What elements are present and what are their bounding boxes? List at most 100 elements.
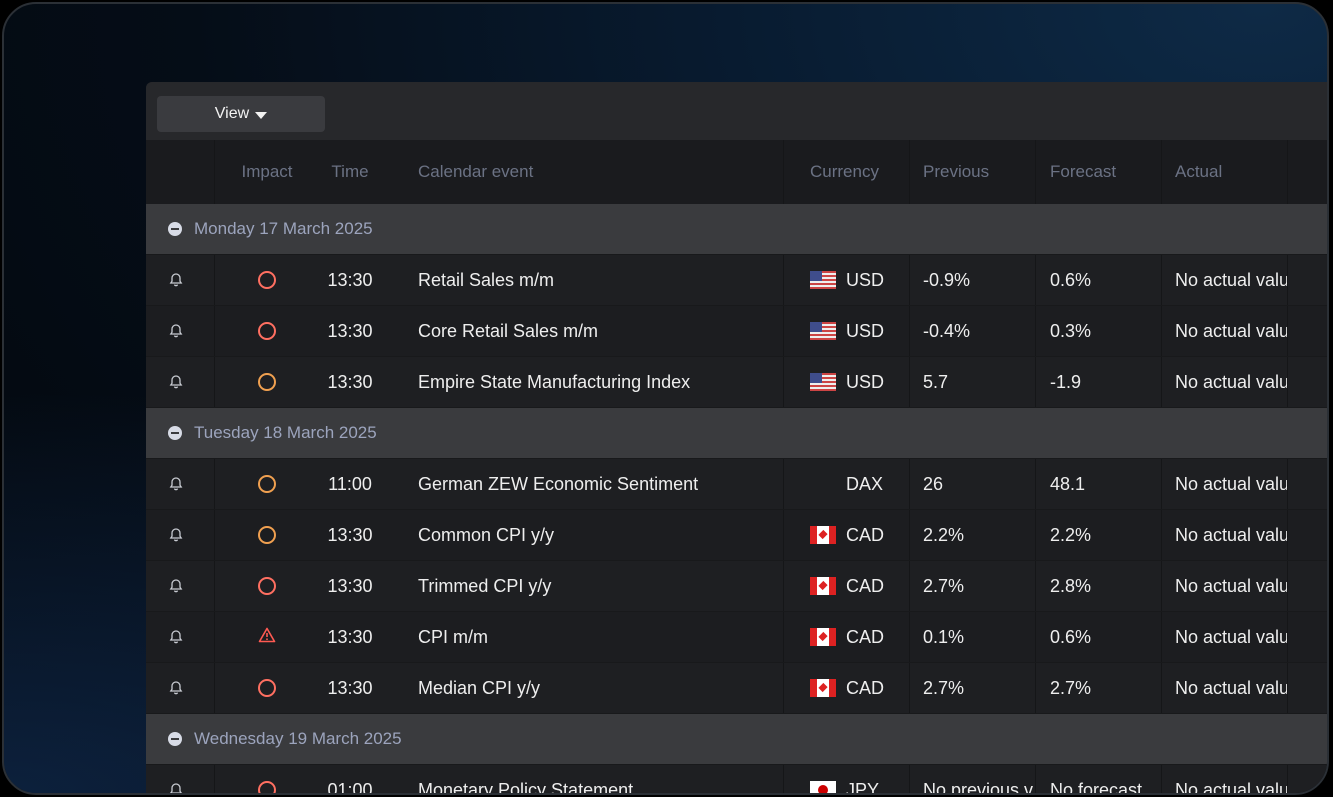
- collapse-minus-icon[interactable]: [168, 426, 182, 440]
- column-divider: [214, 255, 215, 305]
- impact-indicator: [234, 765, 300, 793]
- forecast-value: 2.8%: [1050, 575, 1092, 596]
- column-divider: [783, 561, 784, 611]
- impact-circle-icon: [258, 373, 276, 391]
- day-group-header[interactable]: Wednesday 19 March 2025: [146, 714, 1327, 765]
- event-name[interactable]: Empire State Manufacturing Index: [418, 357, 778, 407]
- column-divider: [1035, 255, 1036, 305]
- column-header-forecast[interactable]: Forecast: [1050, 140, 1170, 204]
- warning-triangle-icon: [258, 627, 276, 648]
- impact-indicator: [234, 459, 300, 509]
- us-flag-icon: [810, 322, 836, 340]
- actual-value: No actual valu: [1175, 677, 1289, 698]
- event-currency: USD: [810, 306, 910, 356]
- ca-flag-icon: [810, 577, 836, 595]
- column-divider: [1161, 140, 1162, 204]
- column-divider: [783, 140, 784, 204]
- impact-indicator: [234, 255, 300, 305]
- view-button-label: View: [214, 105, 250, 122]
- table-row[interactable]: 13:30 Median CPI y/y CAD 2.7% 2.7% No actual …: [146, 663, 1327, 714]
- event-name[interactable]: Core Retail Sales m/m: [418, 306, 778, 356]
- event-time: 13:30: [327, 524, 373, 545]
- column-header-impact[interactable]: Impact: [234, 140, 300, 204]
- event-time: 13:30: [327, 269, 373, 290]
- column-divider: [1287, 140, 1288, 204]
- previous-value: No previous v: [923, 779, 1034, 795]
- toolbar: View: [146, 82, 1327, 140]
- column-divider: [1035, 459, 1036, 509]
- bell-alert-icon[interactable]: [168, 255, 208, 305]
- event-name[interactable]: CPI m/m: [418, 612, 778, 662]
- forecast-value: 0.3%: [1050, 320, 1092, 341]
- event-currency: CAD: [810, 663, 910, 713]
- column-divider: [214, 357, 215, 407]
- column-header-currency[interactable]: Currency: [810, 140, 910, 204]
- event-name[interactable]: German ZEW Economic Sentiment: [418, 459, 778, 509]
- column-divider: [783, 357, 784, 407]
- column-divider: [1161, 663, 1162, 713]
- event-currency: USD: [810, 357, 910, 407]
- column-divider: [1287, 765, 1288, 793]
- impact-indicator: [234, 306, 300, 356]
- bell-alert-icon[interactable]: [168, 765, 208, 793]
- day-group-header[interactable]: Monday 17 March 2025: [146, 204, 1327, 255]
- actual-value: No actual valu: [1175, 779, 1289, 795]
- bell-alert-icon[interactable]: [168, 561, 208, 611]
- column-header-previous[interactable]: Previous: [923, 140, 1045, 204]
- column-header-actual[interactable]: Actual: [1175, 140, 1289, 204]
- bell-alert-icon[interactable]: [168, 663, 208, 713]
- collapse-minus-icon[interactable]: [168, 222, 182, 236]
- column-header-event[interactable]: Calendar event: [418, 140, 778, 204]
- column-divider: [909, 306, 910, 356]
- column-divider: [909, 765, 910, 793]
- currency-code: USD: [846, 371, 885, 392]
- column-divider: [909, 510, 910, 560]
- column-divider: [1035, 663, 1036, 713]
- event-time: 01:00: [327, 779, 373, 795]
- column-divider: [1035, 765, 1036, 793]
- column-divider: [783, 306, 784, 356]
- table-row[interactable]: 13:30 Retail Sales m/m USD -0.9% 0.6% No actu…: [146, 255, 1327, 306]
- column-divider: [214, 140, 215, 204]
- column-divider: [909, 357, 910, 407]
- table-row[interactable]: 13:30 Common CPI y/y CAD 2.2% 2.2% No actual …: [146, 510, 1327, 561]
- event-name[interactable]: Trimmed CPI y/y: [418, 561, 778, 611]
- impact-circle-icon: [258, 526, 276, 544]
- event-time: 13:30: [327, 677, 373, 698]
- column-divider: [909, 561, 910, 611]
- table-row[interactable]: 13:30 Trimmed CPI y/y CAD 2.7% 2.8% No actual…: [146, 561, 1327, 612]
- impact-indicator: [234, 357, 300, 407]
- bell-alert-icon[interactable]: [168, 357, 208, 407]
- jp-flag-icon: [810, 781, 836, 793]
- column-divider: [214, 765, 215, 793]
- column-divider: [1035, 561, 1036, 611]
- table-row[interactable]: 13:30 Empire State Manufacturing Index USD…: [146, 357, 1327, 408]
- column-divider: [1161, 510, 1162, 560]
- day-group-header[interactable]: Tuesday 18 March 2025: [146, 408, 1327, 459]
- table-row[interactable]: 01:00 Monetary Policy Statement JPY No prev…: [146, 765, 1327, 795]
- bell-alert-icon[interactable]: [168, 510, 208, 560]
- column-divider: [1287, 306, 1288, 356]
- bell-alert-icon[interactable]: [168, 612, 208, 662]
- impact-circle-icon: [258, 781, 276, 793]
- column-header-time[interactable]: Time: [310, 140, 390, 204]
- view-dropdown-button[interactable]: View: [157, 96, 325, 132]
- event-name[interactable]: Retail Sales m/m: [418, 255, 778, 305]
- table-row[interactable]: 13:30 Core Retail Sales m/m USD -0.4% 0.3% No…: [146, 306, 1327, 357]
- table-row[interactable]: 13:30 CPI m/m CAD 0.1% 0.6% No actual valu: [146, 612, 1327, 663]
- event-name[interactable]: Monetary Policy Statement: [418, 765, 778, 794]
- caret-down-icon: [255, 111, 268, 119]
- bell-alert-icon[interactable]: [168, 306, 208, 356]
- event-currency: CAD: [810, 510, 910, 560]
- forecast-value: No forecast: [1050, 779, 1143, 795]
- column-divider: [1287, 561, 1288, 611]
- column-divider: [1161, 765, 1162, 793]
- event-currency: CAD: [810, 561, 910, 611]
- table-row[interactable]: 11:00 German ZEW Economic Sentiment DAX 26 4…: [146, 459, 1327, 510]
- event-name[interactable]: Median CPI y/y: [418, 663, 778, 713]
- previous-value: 26: [923, 473, 944, 494]
- column-divider: [783, 255, 784, 305]
- bell-alert-icon[interactable]: [168, 459, 208, 509]
- collapse-minus-icon[interactable]: [168, 732, 182, 746]
- event-name[interactable]: Common CPI y/y: [418, 510, 778, 560]
